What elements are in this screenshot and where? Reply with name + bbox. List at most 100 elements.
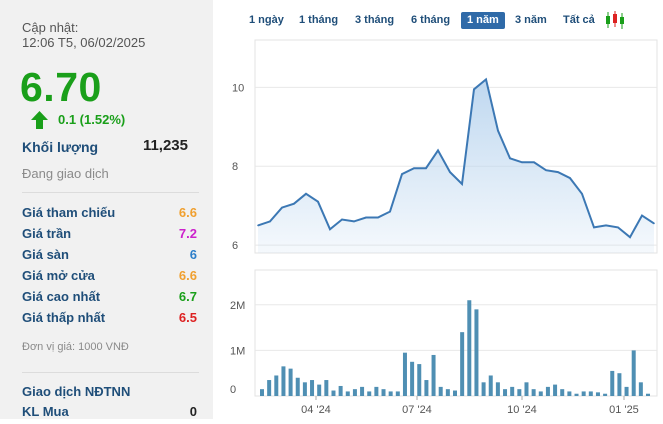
volume-bar — [531, 389, 536, 396]
volume-bar — [610, 370, 615, 396]
volume-bar — [617, 373, 622, 396]
price-point — [461, 183, 463, 185]
volume-bar — [331, 390, 336, 396]
price-point — [449, 171, 451, 173]
volume-bar — [374, 386, 379, 396]
volume-bar — [467, 300, 472, 396]
price-point — [653, 222, 655, 225]
volume-bar — [310, 380, 315, 396]
price-tick-label: 8 — [232, 161, 238, 173]
price-tick-label: 10 — [232, 82, 244, 94]
price-point — [569, 177, 571, 179]
volume-bar — [445, 389, 450, 396]
volume-bar — [488, 375, 493, 396]
price-point — [389, 210, 391, 213]
volume-bar — [553, 384, 558, 396]
price-point — [293, 202, 295, 205]
volume-bar — [352, 389, 357, 396]
price-point — [617, 226, 619, 229]
volume-bar — [581, 391, 586, 396]
volume-bar — [260, 389, 264, 396]
x-tick-label: 04 '24 — [301, 404, 331, 416]
volume-bar — [295, 377, 300, 396]
volume-bar — [438, 386, 443, 396]
price-point — [533, 161, 535, 164]
price-point — [377, 216, 379, 219]
price-point — [341, 218, 343, 221]
volume-bar — [424, 380, 429, 396]
volume-bar — [495, 382, 500, 396]
volume-bar — [410, 361, 415, 396]
volume-bar — [417, 364, 422, 396]
volume-bar — [503, 389, 508, 396]
volume-bar — [267, 380, 272, 396]
volume-bar — [453, 390, 457, 396]
volume-bar — [603, 393, 608, 396]
price-point — [593, 226, 595, 229]
price-point — [329, 228, 331, 231]
price-point — [305, 193, 307, 195]
price-point — [353, 220, 355, 223]
volume-tick-label: 1M — [230, 345, 245, 357]
volume-bar — [338, 385, 343, 396]
volume-bar — [560, 389, 565, 396]
price-point — [437, 149, 439, 152]
volume-bar — [345, 391, 350, 396]
price-point — [557, 171, 559, 173]
price-point — [485, 78, 487, 81]
price-point — [629, 236, 631, 239]
volume-tick-label: 0 — [230, 384, 236, 396]
volume-plot-area — [254, 269, 658, 397]
volume-bar — [381, 389, 386, 396]
volume-tick-label: 2M — [230, 300, 245, 312]
volume-bar — [481, 382, 486, 396]
volume-bar — [631, 350, 636, 396]
volume-bar — [302, 382, 307, 396]
volume-bar — [281, 366, 286, 396]
price-point — [473, 88, 475, 91]
volume-bar — [367, 391, 372, 396]
price-point — [641, 214, 643, 217]
volume-bar — [288, 368, 293, 396]
volume-bar — [324, 380, 329, 396]
price-point — [281, 206, 283, 209]
volume-bar — [588, 391, 593, 396]
price-point — [413, 167, 415, 169]
volume-bar — [646, 393, 650, 396]
volume-bar — [574, 393, 579, 396]
volume-bar — [474, 309, 479, 396]
price-point — [317, 200, 319, 203]
price-volume-chart: 10 8 6 2M 1M 0 04 '24 07 '24 10 '24 01 '25 — [230, 39, 658, 416]
volume-bar — [360, 386, 365, 396]
price-point — [497, 129, 499, 132]
price-point — [605, 224, 607, 227]
price-point — [365, 216, 367, 219]
x-tick-label: 10 '24 — [507, 404, 537, 416]
volume-bar — [460, 332, 465, 396]
volume-bar — [510, 386, 515, 396]
volume-bar — [595, 392, 600, 396]
volume-bar — [517, 389, 522, 396]
volume-bar — [395, 391, 400, 396]
price-point — [521, 161, 523, 164]
price-point — [269, 220, 271, 223]
price-tick-label: 6 — [232, 240, 238, 252]
volume-bar — [431, 354, 436, 396]
volume-bar — [624, 386, 629, 396]
volume-bar — [567, 391, 572, 396]
volume-bar — [538, 391, 543, 396]
volume-bar — [274, 375, 279, 396]
price-point — [401, 173, 403, 175]
volume-bar — [545, 386, 550, 396]
price-point — [581, 193, 583, 195]
price-point — [545, 169, 547, 171]
volume-bar — [638, 382, 643, 396]
volume-bar — [402, 352, 407, 396]
price-point — [425, 167, 427, 169]
x-tick-label: 07 '24 — [402, 404, 432, 416]
price-point — [257, 224, 259, 227]
volume-bar — [524, 382, 529, 396]
volume-bar — [388, 391, 393, 396]
x-tick-label: 01 '25 — [609, 404, 639, 416]
volume-bar — [317, 384, 322, 396]
